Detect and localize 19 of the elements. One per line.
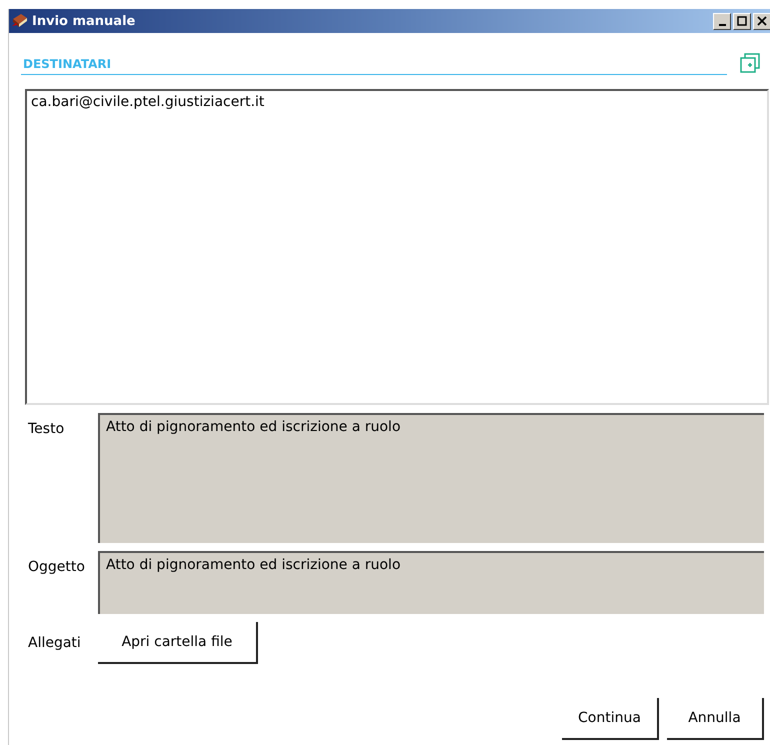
field-label: Allegati <box>27 634 82 653</box>
add-icon[interactable] <box>740 53 760 73</box>
minimize-icon <box>718 24 726 26</box>
text-field[interactable]: Atto di pignoramento ed iscrizione a ruolo <box>98 551 764 614</box>
minimize-button[interactable] <box>713 12 731 30</box>
text-field[interactable]: Atto di pignoramento ed iscrizione a ruolo <box>98 413 764 543</box>
maximize-icon <box>737 16 747 26</box>
maximize-button[interactable] <box>733 12 751 30</box>
book-icon <box>11 13 29 29</box>
window-title: Invio manuale <box>32 14 136 28</box>
close-icon <box>757 16 767 26</box>
recipients-field[interactable]: ca.bari@civile.ptel.giustiziacert.it <box>25 89 769 405</box>
open-folder-button[interactable]: Apri cartella file <box>98 622 258 664</box>
close-button[interactable] <box>753 12 770 30</box>
dialog-button[interactable]: Annulla <box>667 698 764 740</box>
section-heading: DESTINATARI <box>21 53 727 75</box>
dialog-button[interactable]: Continua <box>562 698 659 740</box>
field-label: Oggetto <box>27 558 86 577</box>
field-label: Testo <box>27 420 66 439</box>
